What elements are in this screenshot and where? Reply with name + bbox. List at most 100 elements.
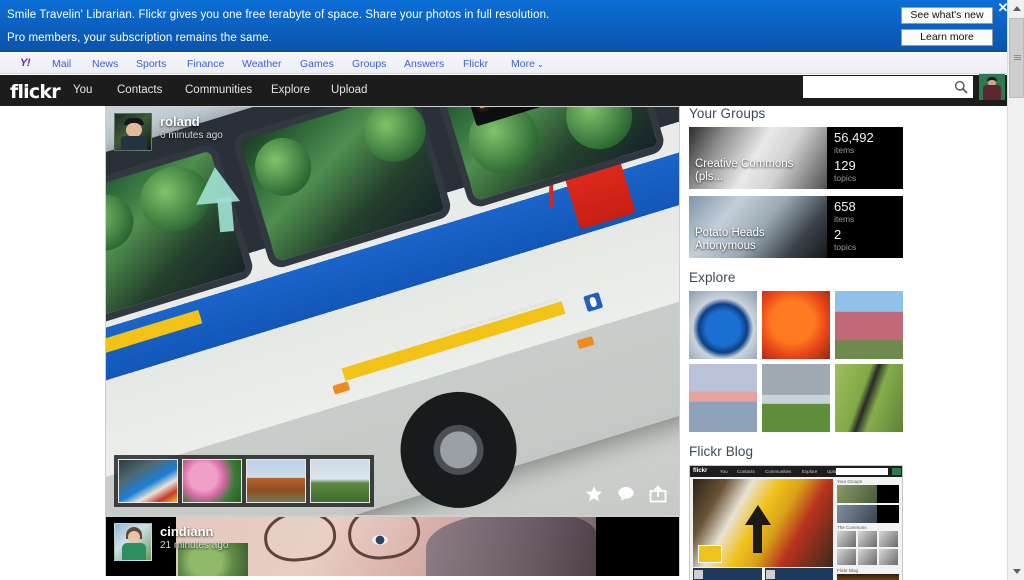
scroll-up-button[interactable] xyxy=(1008,0,1024,17)
flickr-blog-screenshot[interactable]: flickr You Contacts Communities Explore … xyxy=(689,465,903,580)
nav-link-explore[interactable]: Explore xyxy=(271,84,310,96)
owner-avatar[interactable] xyxy=(114,113,152,151)
explore-tile[interactable] xyxy=(689,291,757,359)
nav-link-communities[interactable]: Communities xyxy=(185,84,252,96)
see-whats-new-button[interactable]: See what's new xyxy=(901,7,993,24)
yahoo-link-news[interactable]: News xyxy=(92,58,118,70)
window-tree xyxy=(247,130,319,203)
bus-marker-light xyxy=(576,335,595,350)
group-name: Potato Heads Anonymous xyxy=(695,227,765,252)
blogshot-post-row xyxy=(693,568,833,580)
yahoo-link-finance[interactable]: Finance xyxy=(187,58,224,70)
blogshot-hero-photo xyxy=(693,479,833,567)
yahoo-link-answers[interactable]: Answers xyxy=(404,58,444,70)
owner-meta: cindiann 21 minutes ago xyxy=(160,523,228,552)
nav-link-upload[interactable]: Upload xyxy=(331,84,367,96)
photo-image-portrait[interactable] xyxy=(176,517,596,576)
photo-timestamp: 6 minutes ago xyxy=(160,130,223,141)
owner-meta: roland 6 minutes ago xyxy=(160,113,223,142)
owner-avatar[interactable] xyxy=(114,523,152,561)
blogshot-navlink: Contacts xyxy=(737,469,755,474)
photo-eye xyxy=(372,535,388,545)
flickr-logo[interactable]: flickr xyxy=(10,81,61,103)
yahoo-link-sports[interactable]: Sports xyxy=(136,58,166,70)
main-content: 22 MACDONALD Canada proudly operated by … xyxy=(0,106,1007,580)
yahoo-logo-icon[interactable]: Y! xyxy=(20,57,31,69)
photo-action-bar xyxy=(583,483,669,505)
blogshot-arrow-stem xyxy=(753,523,762,553)
explore-tile[interactable] xyxy=(835,291,903,359)
blogshot-rail-heading: The Commons xyxy=(837,525,867,530)
right-rail: Your Groups Creative Commons (pls... 56,… xyxy=(689,106,903,580)
search-input[interactable] xyxy=(804,77,952,97)
thumbnail[interactable] xyxy=(182,459,242,503)
group-topics-label: topics xyxy=(834,173,857,183)
blogshot-group-card xyxy=(837,505,899,523)
your-groups-section: Your Groups Creative Commons (pls... 56,… xyxy=(689,106,903,258)
chevron-down-icon xyxy=(1012,569,1021,574)
blogshot-blog-image xyxy=(837,574,899,580)
search-icon[interactable] xyxy=(954,80,968,94)
photo-timestamp: 21 minutes ago xyxy=(160,540,229,551)
favorite-icon[interactable] xyxy=(583,483,605,505)
page-scrollbar[interactable] xyxy=(1007,0,1024,580)
blogshot-group-stats xyxy=(877,505,899,523)
explore-grid xyxy=(689,291,903,432)
your-groups-title: Your Groups xyxy=(689,106,766,121)
window-tree xyxy=(557,107,641,158)
comment-icon[interactable] xyxy=(615,483,637,505)
thumbnail[interactable] xyxy=(310,459,370,503)
blogshot-post-card xyxy=(693,568,762,580)
blogshot-logo: flickr xyxy=(693,468,708,474)
explore-tile[interactable] xyxy=(835,364,903,432)
owner-name[interactable]: cindiann xyxy=(160,524,228,539)
nav-link-you[interactable]: You xyxy=(73,84,92,96)
explore-tile[interactable] xyxy=(762,291,830,359)
window-tree xyxy=(356,107,434,170)
learn-more-button[interactable]: Learn more xyxy=(901,29,993,46)
yahoo-link-weather[interactable]: Weather xyxy=(242,58,282,70)
photo-card[interactable]: cindiann 21 minutes ago xyxy=(105,516,680,576)
chevron-down-icon: ⌄ xyxy=(534,60,544,69)
browser-viewport: Smile Travelin' Librarian. Flickr gives … xyxy=(0,0,1024,580)
nav-link-contacts[interactable]: Contacts xyxy=(117,84,162,96)
group-topics-label: topics xyxy=(834,242,857,252)
window-tree xyxy=(459,107,548,183)
thumbnail[interactable] xyxy=(118,459,178,503)
explore-tile[interactable] xyxy=(762,364,830,432)
scrollbar-thumb[interactable] xyxy=(1009,18,1024,98)
yahoo-link-groups[interactable]: Groups xyxy=(352,58,386,70)
thumbnail[interactable] xyxy=(246,459,306,503)
group-items-count: 56,492 xyxy=(834,130,874,145)
blogshot-commons-tile xyxy=(879,549,898,565)
blogshot-post-avatar xyxy=(765,570,775,579)
group-card[interactable]: Potato Heads Anonymous 658 items 2 topic… xyxy=(689,196,903,258)
blogshot-group-image xyxy=(837,505,877,523)
bus-window xyxy=(231,107,636,271)
owner-name[interactable]: roland xyxy=(160,114,223,129)
blogshot-post-card xyxy=(764,568,833,580)
group-stats: 658 items 2 topics xyxy=(827,196,903,258)
yahoo-link-flickr[interactable]: Flickr xyxy=(463,58,488,70)
explore-tile[interactable] xyxy=(689,364,757,432)
flickr-blog-section: Flickr Blog flickr You Contacts Communit… xyxy=(689,444,903,580)
yahoo-link-more[interactable]: More ⌄ xyxy=(511,58,544,70)
group-stats: 56,492 items 129 topics xyxy=(827,127,903,189)
avatar[interactable] xyxy=(979,74,1005,100)
blogshot-arrow-icon xyxy=(745,505,771,525)
group-card[interactable]: Creative Commons (pls... 56,492 items 12… xyxy=(689,127,903,189)
blogshot-commons-tile xyxy=(837,549,856,565)
photo-owner[interactable]: cindiann 21 minutes ago xyxy=(114,523,228,561)
blogshot-rail-heading: Flickr Blog xyxy=(837,568,859,573)
photo-card[interactable]: 22 MACDONALD Canada proudly operated by … xyxy=(105,106,680,516)
photo-owner[interactable]: roland 6 minutes ago xyxy=(114,113,223,151)
yahoo-link-games[interactable]: Games xyxy=(300,58,334,70)
scroll-down-button[interactable] xyxy=(1008,563,1024,580)
yahoo-link-mail[interactable]: Mail xyxy=(52,58,71,70)
group-topics-count: 129 xyxy=(834,158,856,173)
bus-marker-light xyxy=(332,381,351,395)
promo-headline: Smile Travelin' Librarian. Flickr gives … xyxy=(7,9,550,21)
window-tree xyxy=(106,187,141,259)
share-icon[interactable] xyxy=(647,483,669,505)
search-box[interactable] xyxy=(803,76,973,98)
